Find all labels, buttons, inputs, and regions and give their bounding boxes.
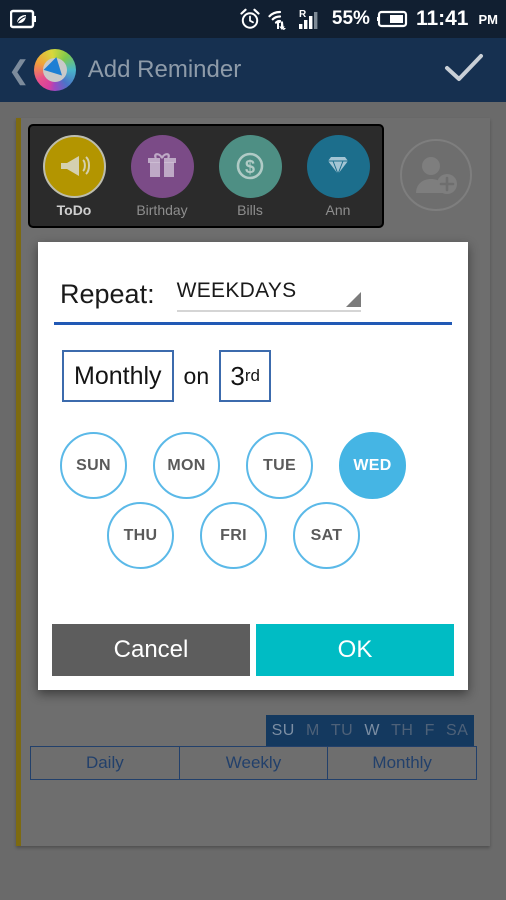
weekday-sat[interactable]: SAT [293,502,360,569]
dialog-divider [54,322,452,325]
weekday-wed[interactable]: WED [339,432,406,499]
day-of-month-number: 3 [230,360,245,391]
repeat-spinner[interactable]: WEEKDAYS [176,279,361,312]
weekday-mon[interactable]: MON [153,432,220,499]
dropdown-triangle-icon[interactable] [345,292,361,307]
weekday-tue[interactable]: TUE [246,432,313,499]
weekday-fri[interactable]: FRI [200,502,267,569]
day-of-month-suffix: rd [244,366,260,385]
weekday-sun[interactable]: SUN [60,432,127,499]
repeat-spinner-value: WEEKDAYS [176,279,297,302]
weekday-thu[interactable]: THU [107,502,174,569]
repeat-label: Repeat: [60,279,155,309]
weekday-row-2: THU FRI SAT [60,502,450,569]
repeat-row: Repeat: WEEKDAYS [60,260,450,312]
cancel-button[interactable]: Cancel [52,624,250,676]
weekday-picker: SUN MON TUE WED THU FRI SAT [60,432,450,569]
on-label: on [183,362,210,389]
frequency-box[interactable]: Monthly [62,350,174,402]
repeat-dialog: Repeat: WEEKDAYS Monthly on 3rd SUN MON … [38,242,468,690]
weekday-row-1: SUN MON TUE WED [60,432,450,499]
day-of-month-box[interactable]: 3rd [219,350,272,402]
dialog-actions: Cancel OK [52,624,454,676]
ok-button[interactable]: OK [256,624,454,676]
monthly-row: Monthly on 3rd [62,350,272,402]
